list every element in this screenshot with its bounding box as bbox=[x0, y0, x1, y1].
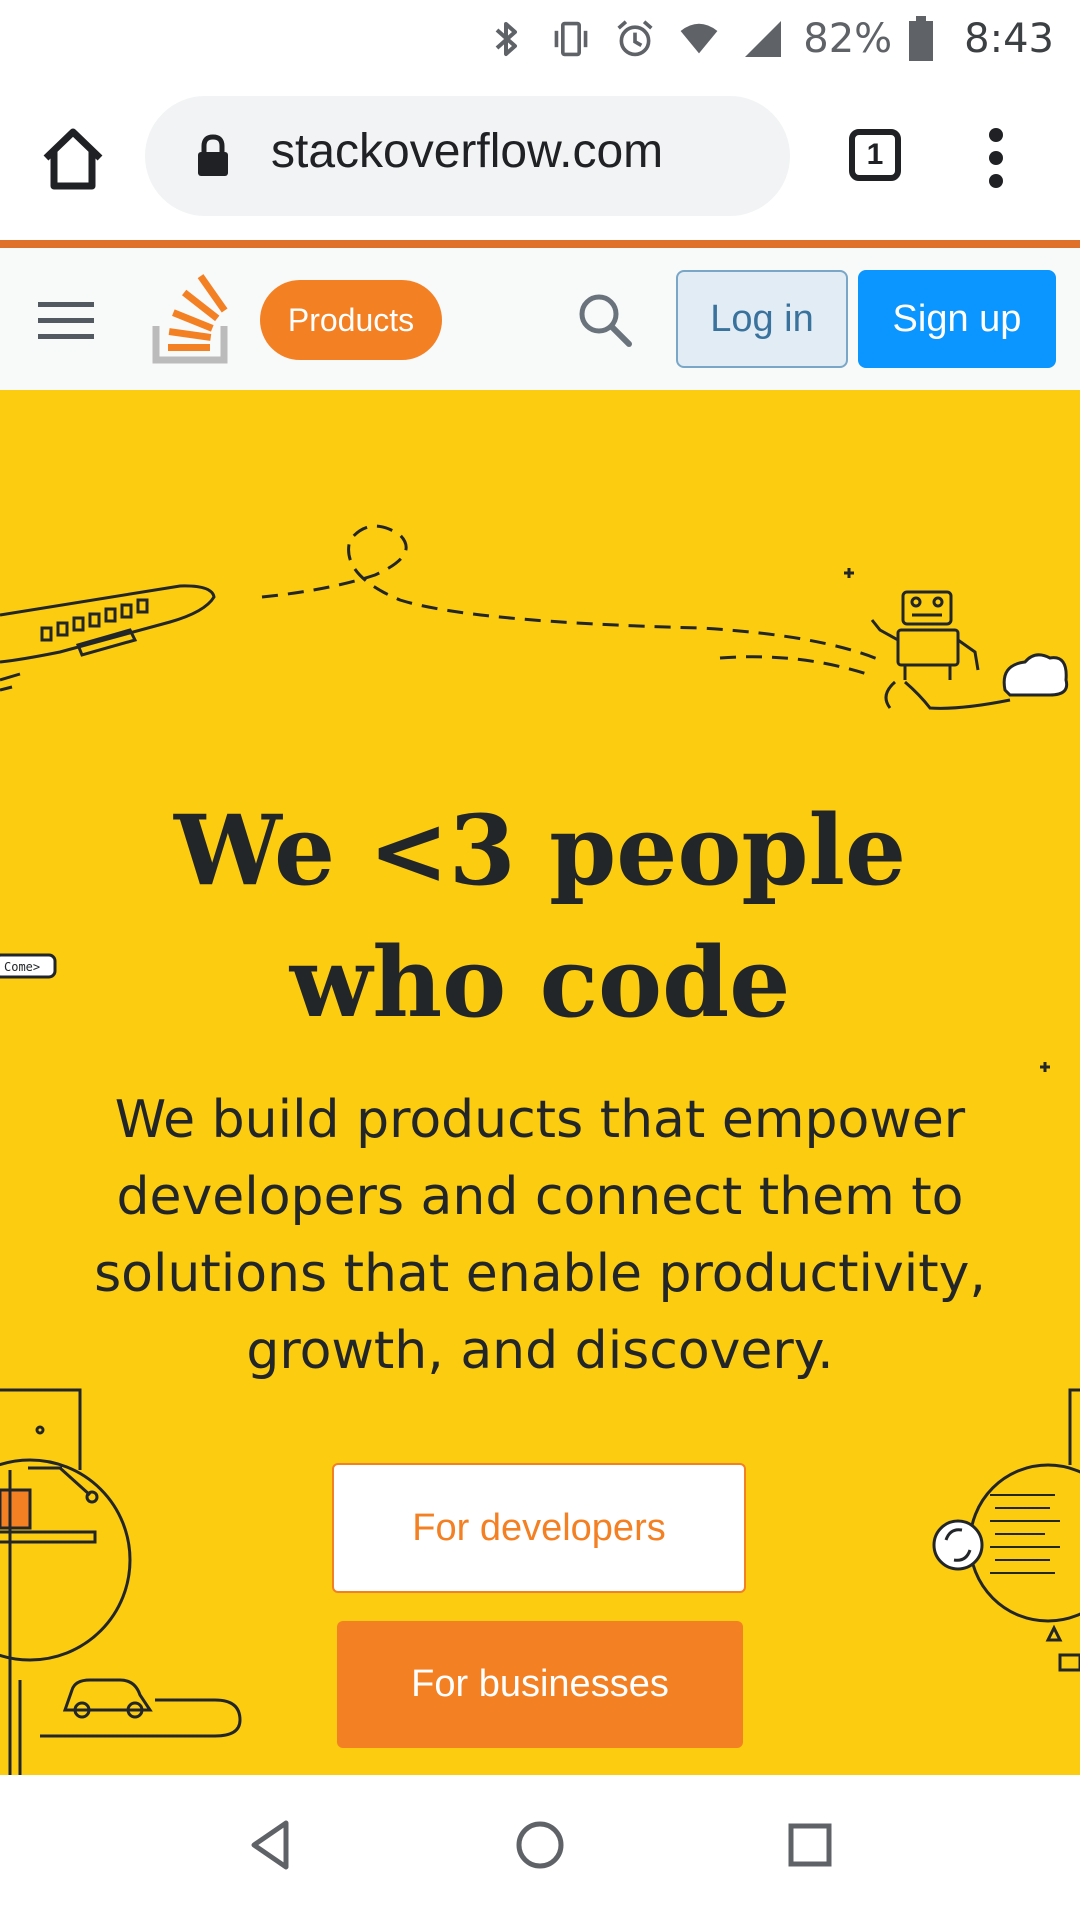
products-button[interactable]: Products bbox=[260, 280, 442, 360]
search-icon[interactable] bbox=[575, 290, 635, 350]
code-screen-illustration bbox=[932, 1388, 1080, 1672]
battery-icon bbox=[906, 16, 936, 62]
car-illustration bbox=[40, 1678, 242, 1738]
vibrate-icon bbox=[551, 16, 591, 62]
status-bar: 82% 8:43 bbox=[0, 0, 1080, 78]
alarm-icon bbox=[615, 16, 655, 62]
back-icon[interactable] bbox=[242, 1815, 302, 1875]
wifi-icon bbox=[679, 16, 719, 62]
hero-subtitle: We build products that empower developer… bbox=[94, 1090, 986, 1381]
clock-time: 8:43 bbox=[964, 16, 1054, 62]
android-nav-bar bbox=[0, 1775, 1080, 1920]
for-businesses-button[interactable]: For businesses bbox=[337, 1621, 743, 1748]
for-developers-button[interactable]: For developers bbox=[332, 1463, 746, 1593]
robot-illustration bbox=[870, 590, 1069, 710]
home-circle-icon[interactable] bbox=[510, 1815, 570, 1875]
url-text: stackoverflow.com bbox=[271, 125, 664, 178]
address-bar[interactable]: stackoverflow.com bbox=[145, 96, 790, 216]
desk-illustration bbox=[0, 1388, 132, 1775]
tab-switcher-button[interactable]: 1 bbox=[849, 129, 901, 181]
signup-button[interactable]: Sign up bbox=[858, 270, 1056, 368]
site-header: Products Log in Sign up bbox=[0, 248, 1080, 390]
recents-icon[interactable] bbox=[780, 1815, 840, 1875]
login-button[interactable]: Log in bbox=[676, 270, 848, 368]
hamburger-menu-icon[interactable] bbox=[38, 302, 94, 340]
battery-percent: 82% bbox=[803, 16, 893, 62]
more-menu-icon[interactable] bbox=[976, 128, 1016, 188]
lock-icon bbox=[195, 134, 231, 178]
stackoverflow-logo[interactable] bbox=[152, 274, 232, 366]
browser-toolbar: stackoverflow.com 1 bbox=[0, 78, 1080, 238]
signal-icon bbox=[743, 16, 783, 62]
top-accent-bar bbox=[0, 240, 1080, 248]
airplane-illustration bbox=[0, 584, 216, 692]
hero-section: Come> We <3 people who code We build pro… bbox=[0, 390, 1080, 1775]
bluetooth-icon bbox=[487, 16, 527, 62]
illustration-tag: Come> bbox=[4, 960, 40, 974]
home-icon[interactable] bbox=[38, 124, 108, 194]
hero-title: We <3 people who code bbox=[173, 794, 907, 1039]
tab-count: 1 bbox=[866, 138, 884, 171]
